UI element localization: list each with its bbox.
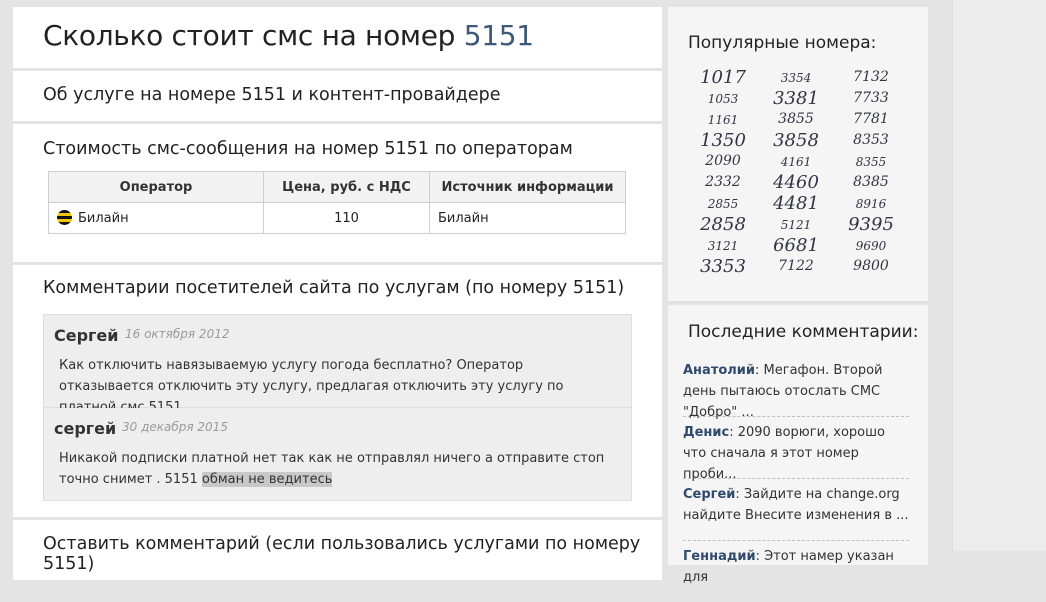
leave-comment-heading: Оставить комментарий (если пользовались … xyxy=(43,534,641,574)
column-header-price: Цена, руб. с НДС xyxy=(263,171,430,203)
about-panel: Об услуге на номере 5151 и контент-прова… xyxy=(13,71,662,122)
comments-panel: Комментарии посетителей сайта по услугам… xyxy=(13,265,662,518)
table-header-row: Оператор Цена, руб. с НДС Источник инфор… xyxy=(48,171,626,203)
column-header-operator: Оператор xyxy=(48,171,264,203)
comments-list: Сергей 16 октября 2012 Как отключить нав… xyxy=(43,314,632,501)
popular-number-link[interactable]: 7132 xyxy=(853,69,889,85)
popular-number-link[interactable]: 3855 xyxy=(778,111,814,127)
popular-number-link[interactable]: 5121 xyxy=(781,218,812,232)
operator-cell: Билайн xyxy=(48,202,264,234)
latest-comments-panel: Последние комментарии: Анатолий: Мегафон… xyxy=(668,305,928,585)
column-header-source: Источник информации xyxy=(429,171,626,203)
title-panel: Сколько стоит смс на номер 5151 xyxy=(13,7,662,69)
popular-number-link[interactable]: 7122 xyxy=(778,258,814,274)
popular-number-link[interactable]: 9800 xyxy=(853,258,889,274)
popular-number-link[interactable]: 8385 xyxy=(853,174,889,190)
popular-number-link[interactable]: 2332 xyxy=(705,174,741,190)
page-title: Сколько стоит смс на номер 5151 xyxy=(43,19,534,52)
popular-number-link[interactable]: 8355 xyxy=(856,155,887,169)
latest-comment-author[interactable]: Денис xyxy=(683,425,729,440)
latest-comment-item[interactable]: Сергей: Зайдите на change.org найдите Вн… xyxy=(683,479,909,541)
page-title-text: Сколько стоит смс на номер xyxy=(43,19,456,52)
popular-number-link[interactable]: 1017 xyxy=(700,67,746,88)
operator-name: Билайн xyxy=(78,211,129,226)
popular-number-link[interactable]: 4460 xyxy=(773,172,819,193)
beeline-logo-icon xyxy=(57,210,72,225)
popular-number-link[interactable]: 7733 xyxy=(853,90,889,106)
comment-selected-text[interactable]: обман не ведитесь xyxy=(201,472,333,487)
comment-date: 16 октября 2012 xyxy=(125,327,230,341)
operators-table: Оператор Цена, руб. с НДС Источник инфор… xyxy=(48,171,626,234)
cost-panel: Стоимость смс-сообщения на номер 5151 по… xyxy=(13,124,662,263)
comment-date: 30 декабря 2015 xyxy=(122,420,228,434)
latest-comment-author[interactable]: Сергей xyxy=(683,487,735,502)
popular-numbers-title: Популярные номера: xyxy=(688,33,877,53)
popular-number-link[interactable]: 3121 xyxy=(708,239,739,253)
price-cell: 110 xyxy=(263,202,430,234)
main-content: Сколько стоит смс на номер 5151 Об услуг… xyxy=(13,7,662,581)
popular-number-link[interactable]: 3353 xyxy=(700,256,746,277)
latest-comment-item[interactable]: Анатолий: Мегафон. Второй день пытаюсь о… xyxy=(683,355,909,420)
popular-number-link[interactable]: 4161 xyxy=(781,155,812,169)
popular-number-link[interactable]: 1053 xyxy=(708,92,739,106)
popular-number-link[interactable]: 6681 xyxy=(773,235,819,256)
comments-heading: Комментарии посетителей сайта по услугам… xyxy=(43,278,625,298)
popular-number-link[interactable]: 9395 xyxy=(848,214,894,235)
popular-number-link[interactable]: 2855 xyxy=(708,197,739,211)
comment-author: Сергей xyxy=(54,326,119,345)
cost-heading: Стоимость смс-сообщения на номер 5151 по… xyxy=(43,139,573,159)
popular-number-link[interactable]: 8353 xyxy=(853,132,889,148)
table-row: Билайн 110 Билайн xyxy=(48,202,626,234)
popular-number-link[interactable]: 3381 xyxy=(773,88,819,109)
latest-comment-author[interactable]: Анатолий xyxy=(683,363,755,378)
comment-author: сергей xyxy=(54,419,117,438)
source-cell: Билайн xyxy=(429,202,626,234)
popular-number-link[interactable]: 8916 xyxy=(856,197,887,211)
comment-item: сергей 30 декабря 2015 Никакой подписки … xyxy=(43,408,632,501)
comment-text: Никакой подписки платной нет так как не … xyxy=(59,448,619,490)
latest-comment-item[interactable]: Денис: 2090 ворюги, хорошо что сначала я… xyxy=(683,417,909,482)
latest-comment-author[interactable]: Геннадий xyxy=(683,549,756,564)
latest-comments-title: Последние комментарии: xyxy=(688,322,919,342)
comment-item: Сергей 16 октября 2012 Как отключить нав… xyxy=(43,314,632,415)
about-heading[interactable]: Об услуге на номере 5151 и контент-прова… xyxy=(43,85,501,105)
popular-number-link[interactable]: 1161 xyxy=(708,113,739,127)
popular-numbers-panel: Популярные номера: 1017 3354 7132 1053 3381 7… xyxy=(668,7,928,302)
popular-number-link[interactable]: 2090 xyxy=(705,153,741,169)
popular-number-link[interactable]: 2858 xyxy=(700,214,746,235)
popular-number-link[interactable]: 3354 xyxy=(781,71,812,85)
popular-number-link[interactable]: 3858 xyxy=(773,130,819,151)
popular-number-link[interactable]: 1350 xyxy=(700,130,746,151)
popular-number-link[interactable]: 9690 xyxy=(856,239,887,253)
latest-comments-list: Анатолий: Мегафон. Второй день пытаюсь о… xyxy=(683,355,909,602)
page-background-strip xyxy=(952,0,1046,551)
page-title-number: 5151 xyxy=(463,19,534,52)
popular-number-link[interactable]: 4481 xyxy=(773,193,819,214)
popular-number-link[interactable]: 7781 xyxy=(853,111,889,127)
latest-comment-item[interactable]: Геннадий: Этот намер указан для xyxy=(683,541,909,602)
